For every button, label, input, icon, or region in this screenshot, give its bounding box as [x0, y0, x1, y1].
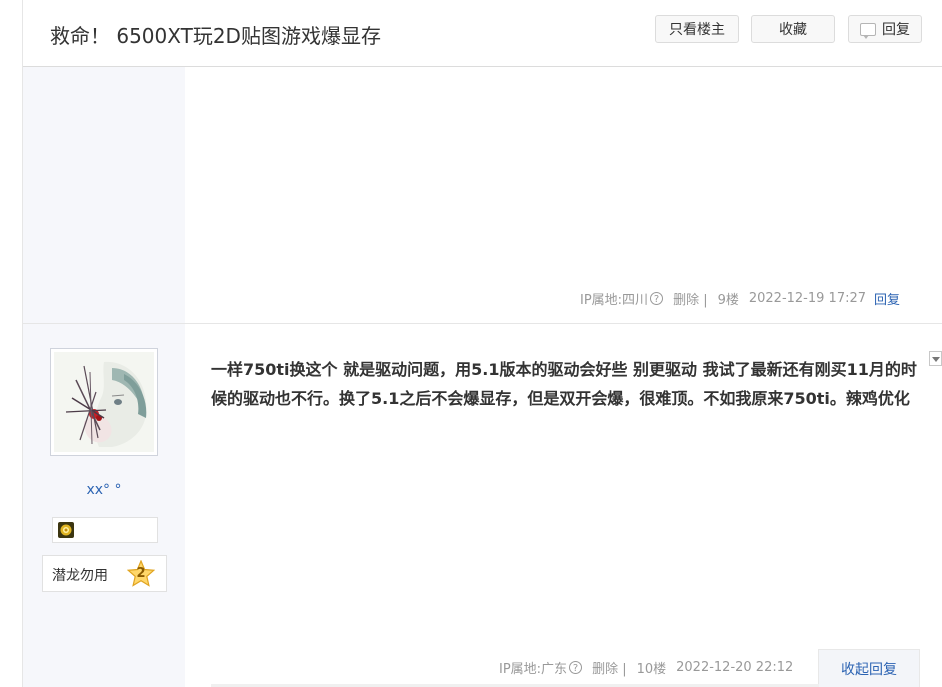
username[interactable]: xx° °: [23, 482, 185, 498]
floor-number: 9楼: [717, 293, 739, 308]
help-icon[interactable]: ?: [569, 661, 583, 674]
delete-link[interactable]: 删除 |: [673, 289, 708, 308]
collect-label: 收藏: [779, 22, 807, 38]
avatar: [54, 352, 154, 452]
floor10-author-sidebar: xx° ° 潜龙勿用 2: [23, 324, 185, 687]
post-content: 一样750ti换这个 就是驱动问题，用5.1版本的驱动会好些 别更驱动 我试了最…: [211, 360, 917, 408]
only-op-button[interactable]: 只看楼主: [655, 15, 739, 43]
ip-location: IP属地:广东: [499, 662, 568, 677]
only-op-label: 只看楼主: [669, 22, 725, 38]
ip-location: IP属地:四川: [580, 293, 649, 308]
help-icon[interactable]: ?: [650, 292, 664, 305]
post-time: 2022-12-19 17:27: [748, 291, 867, 306]
post-time: 2022-12-20 22:12: [676, 660, 794, 675]
thread-header: 救命！ 6500XT玩2D贴图游戏爆显存 只看楼主 收藏 回复: [23, 0, 942, 67]
floor9-post-tail: IP属地:四川 ? 删除 | 9楼 2022-12-19 17:27 回复: [580, 289, 900, 308]
floor-number: 10楼: [636, 662, 667, 677]
level-title: 潜龙勿用: [52, 568, 108, 584]
collect-button[interactable]: 收藏: [751, 15, 835, 43]
floor10-post-tail: IP属地:广东 ? 删除 | 10楼 2022-12-20 22:12: [499, 658, 793, 677]
collapse-replies-button[interactable]: 收起回复: [818, 649, 920, 687]
reply-label: 回复: [882, 22, 910, 38]
gold-badge-icon[interactable]: [58, 522, 74, 538]
thread-title: 救命！ 6500XT玩2D贴图游戏爆显存: [50, 24, 381, 48]
chevron-down-icon[interactable]: [929, 351, 942, 366]
level-number: 2: [136, 566, 146, 581]
level-box[interactable]: 潜龙勿用 2: [42, 555, 167, 592]
comment-bubble-icon: [860, 22, 876, 39]
reply-link[interactable]: 回复: [874, 289, 900, 308]
floor9-author-sidebar: [23, 67, 185, 323]
badge-box: [52, 517, 158, 543]
avatar-frame[interactable]: [50, 348, 158, 456]
reply-button[interactable]: 回复: [848, 15, 922, 43]
delete-link[interactable]: 删除 |: [592, 658, 627, 677]
